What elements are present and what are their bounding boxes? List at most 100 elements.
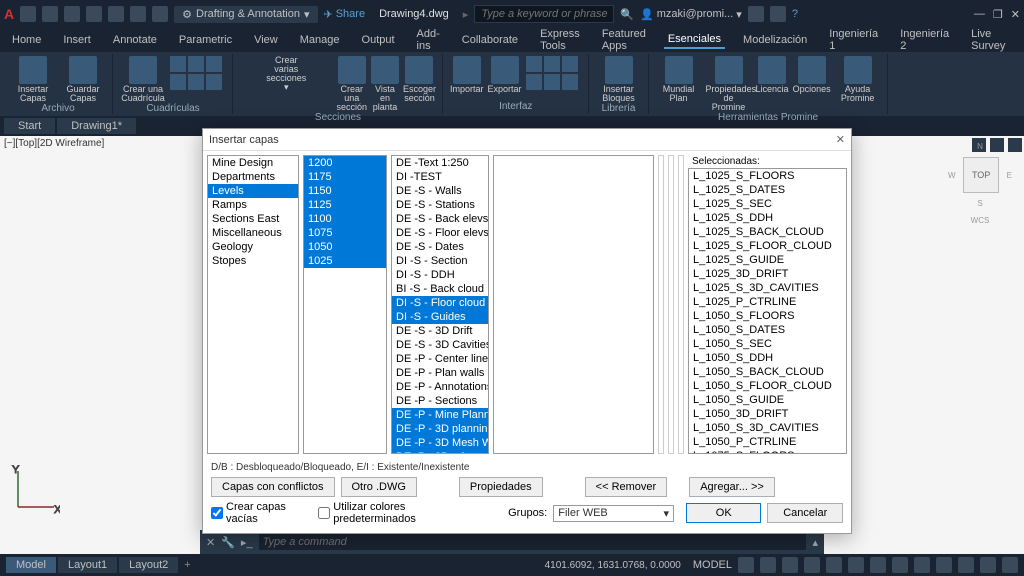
list-item[interactable]: L_1025_P_CTRLINE <box>689 295 846 309</box>
ribbon-tab-live-survey[interactable]: Live Survey <box>967 26 1009 54</box>
status-icon[interactable] <box>980 557 996 573</box>
close-icon[interactable]: ✕ <box>1011 8 1020 21</box>
create-empty-checkbox[interactable]: Crear capas vacías <box>211 501 312 525</box>
list-item[interactable]: 1025 <box>304 254 386 268</box>
list-item[interactable]: Ramps <box>208 198 298 212</box>
viewcube-top[interactable]: TOP <box>963 157 999 193</box>
list-item[interactable]: L_1025_S_DATES <box>689 183 846 197</box>
list-item[interactable]: 1175 <box>304 170 386 184</box>
ribbon-button[interactable]: Propiedades de Promine <box>706 56 752 112</box>
ribbon-tab-add-ins[interactable]: Add-ins <box>413 26 444 54</box>
conflicts-button[interactable]: Capas con conflictos <box>211 477 335 497</box>
workspace-selector[interactable]: ⚙ Drafting & Annotation ▾ <box>174 6 317 23</box>
ribbon-dropdown[interactable]: Crear varias secciones ▾ <box>240 56 332 92</box>
user-account[interactable]: 👤 mzaki@promi... ▾ <box>640 8 742 21</box>
status-icon[interactable] <box>760 557 776 573</box>
ribbon-tab-collaborate[interactable]: Collaborate <box>458 32 522 48</box>
list-item[interactable]: L_1050_S_GUIDE <box>689 393 846 407</box>
qat-icon[interactable] <box>64 6 80 22</box>
list-item[interactable]: 1150 <box>304 184 386 198</box>
list-item[interactable]: 1100 <box>304 212 386 226</box>
list-item[interactable]: DI -S - DDH <box>392 268 488 282</box>
layout-tab[interactable]: Model <box>6 557 56 573</box>
ribbon-tab-ingeniería-1[interactable]: Ingeniería 1 <box>825 26 882 54</box>
ok-button[interactable]: OK <box>686 503 762 523</box>
list-item[interactable]: DI -S - Guides <box>392 310 488 324</box>
ribbon-mini-icon[interactable] <box>206 56 222 72</box>
ribbon-button[interactable]: Insertar Bloques <box>596 56 642 103</box>
ribbon-button[interactable]: Mundial Plan <box>656 56 702 103</box>
list-item[interactable]: DE -S - Back elevs <box>392 212 488 226</box>
ribbon-mini-icon[interactable] <box>188 56 204 72</box>
ribbon-mini-icon[interactable] <box>562 56 578 72</box>
ribbon-button[interactable]: Licencia <box>756 56 789 94</box>
list-item[interactable]: DE -S - Dates <box>392 240 488 254</box>
list-item[interactable]: L_1025_S_DDH <box>689 211 846 225</box>
list-item[interactable]: DE -S - Floor elevs <box>392 226 488 240</box>
list-item[interactable]: DI -TEST <box>392 170 488 184</box>
qat-icon[interactable] <box>108 6 124 22</box>
share-button[interactable]: ✈ Share <box>324 8 366 21</box>
levels-listbox[interactable]: 12001175115011251100107510501025 <box>303 155 387 454</box>
list-item[interactable]: Miscellaneous <box>208 226 298 240</box>
list-item[interactable]: L_1050_S_BACK_CLOUD <box>689 365 846 379</box>
wrench-icon[interactable]: 🔧 <box>221 536 235 549</box>
cloud-icon[interactable] <box>770 6 786 22</box>
list-item[interactable]: L_1025_S_3D_CAVITIES <box>689 281 846 295</box>
viewport-label[interactable]: [−][Top][2D Wireframe] <box>4 138 104 149</box>
add-layout-icon[interactable]: + <box>184 559 190 571</box>
ribbon-tab-esenciales[interactable]: Esenciales <box>664 31 725 49</box>
cart-icon[interactable] <box>748 6 764 22</box>
qat-icon[interactable] <box>42 6 58 22</box>
list-item[interactable]: Sections East <box>208 212 298 226</box>
middle-listbox[interactable] <box>493 155 654 454</box>
selected-listbox[interactable]: L_1025_S_FLOORSL_1025_S_DATESL_1025_S_SE… <box>688 168 847 454</box>
layout-tab[interactable]: Layout2 <box>119 557 178 573</box>
ribbon-tab-parametric[interactable]: Parametric <box>175 32 236 48</box>
ribbon-button[interactable]: Insertar Capas <box>10 56 56 103</box>
cancel-button[interactable]: Cancelar <box>767 503 843 523</box>
ribbon-tab-insert[interactable]: Insert <box>59 32 95 48</box>
list-item[interactable]: DI -S - Floor cloud <box>392 296 488 310</box>
ribbon-mini-icon[interactable] <box>526 74 542 90</box>
ribbon-tab-home[interactable]: Home <box>8 32 45 48</box>
list-item[interactable]: BI -S - Back cloud <box>392 282 488 296</box>
minimize-icon[interactable]: — <box>974 8 985 21</box>
ribbon-button[interactable]: Importar <box>450 56 484 94</box>
list-item[interactable]: L_1025_S_FLOORS <box>689 169 846 183</box>
restore-icon[interactable]: ❐ <box>993 8 1003 21</box>
qat-icon[interactable] <box>130 6 146 22</box>
list-item[interactable]: L_1050_3D_DRIFT <box>689 407 846 421</box>
ribbon-mini-icon[interactable] <box>170 56 186 72</box>
list-item[interactable]: DE -P - 3D Mesh Wal <box>392 436 488 450</box>
ribbon-button[interactable]: Opciones <box>793 56 831 94</box>
status-icon[interactable] <box>936 557 952 573</box>
ribbon-tab-modelización[interactable]: Modelización <box>739 32 811 48</box>
ribbon-mini-icon[interactable] <box>544 74 560 90</box>
model-label[interactable]: MODEL <box>693 559 732 571</box>
list-item[interactable]: DE -P - Annotations <box>392 380 488 394</box>
list-item[interactable]: DE -S - 3D Cavities <box>392 338 488 352</box>
ribbon-mini-icon[interactable] <box>206 74 222 90</box>
qat-icon[interactable] <box>86 6 102 22</box>
list-item[interactable]: L_1050_S_SEC <box>689 337 846 351</box>
list-item[interactable]: L_1025_S_SEC <box>689 197 846 211</box>
ribbon-mini-icon[interactable] <box>526 56 542 72</box>
status-icon[interactable] <box>958 557 974 573</box>
list-item[interactable]: 1050 <box>304 240 386 254</box>
status-icon[interactable] <box>804 557 820 573</box>
list-item[interactable]: DE -P - 3D raise <box>392 450 488 454</box>
chevron-up-icon[interactable]: ▴ <box>812 536 818 549</box>
status-icon[interactable] <box>870 557 886 573</box>
close-icon[interactable]: ✕ <box>836 133 845 146</box>
status-icon[interactable] <box>914 557 930 573</box>
list-item[interactable]: Stopes <box>208 254 298 268</box>
list-item[interactable]: Departments <box>208 170 298 184</box>
search-input[interactable] <box>474 5 614 23</box>
qat-icon[interactable] <box>20 6 36 22</box>
ribbon-tab-express-tools[interactable]: Express Tools <box>536 26 584 54</box>
list-item[interactable]: 1075 <box>304 226 386 240</box>
list-item[interactable]: L_1050_S_DATES <box>689 323 846 337</box>
list-item[interactable]: Levels <box>208 184 298 198</box>
wcs-label[interactable]: WCS <box>948 216 1012 225</box>
